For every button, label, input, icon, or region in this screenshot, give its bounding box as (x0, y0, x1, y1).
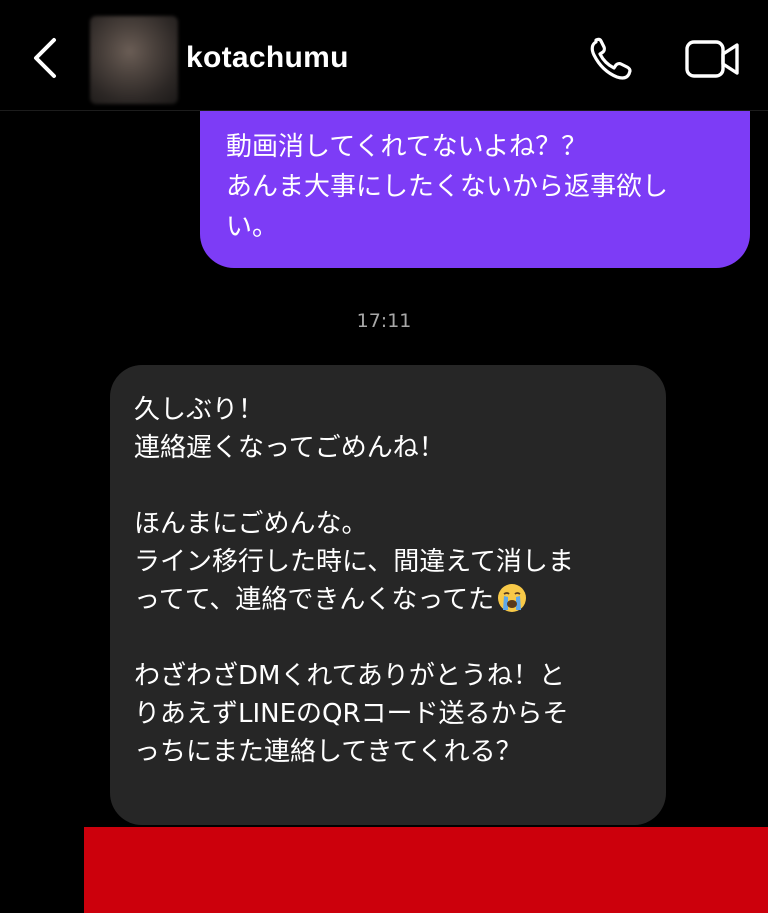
received-paragraph-3: わざわざDMくれてありがとうね！と りあえずLINEのQRコード送るからそ っち… (134, 661, 569, 767)
chevron-left-icon (34, 38, 56, 78)
phone-icon (590, 37, 632, 80)
message-thread[interactable]: 動画消してくれてないよね？？ あんま大事にしたくないから返事欲し い。 17:1… (0, 111, 768, 913)
video-camera-icon (685, 40, 739, 78)
chat-header: kotachumu (0, 0, 768, 111)
message-timestamp: 17:11 (356, 310, 412, 332)
back-button[interactable] (26, 34, 66, 82)
sent-message-text: 動画消してくれてないよね？？ あんま大事にしたくないから返事欲し い。 (226, 132, 669, 242)
username[interactable]: kotachumu (186, 38, 349, 78)
clipped-text-line (230, 111, 710, 116)
received-paragraph-1: 久しぶり！ 連絡遅くなってごめんね！ (134, 395, 445, 463)
voice-call-button[interactable] (586, 36, 638, 82)
received-message-bubble[interactable]: 久しぶり！ 連絡遅くなってごめんね！ ほんまにごめんな。 ライン移行した時に、間… (110, 365, 666, 825)
received-paragraph-2: ほんまにごめんな。 ライン移行した時に、間違えて消しま ってて、連絡できんくなっ… (134, 505, 646, 619)
avatar[interactable] (90, 16, 178, 104)
sent-message-bubble[interactable]: 動画消してくれてないよね？？ あんま大事にしたくないから返事欲し い。 (200, 111, 750, 268)
loudly-crying-face-icon (498, 584, 527, 612)
redaction-overlay (84, 827, 768, 913)
video-call-button[interactable] (684, 38, 742, 80)
